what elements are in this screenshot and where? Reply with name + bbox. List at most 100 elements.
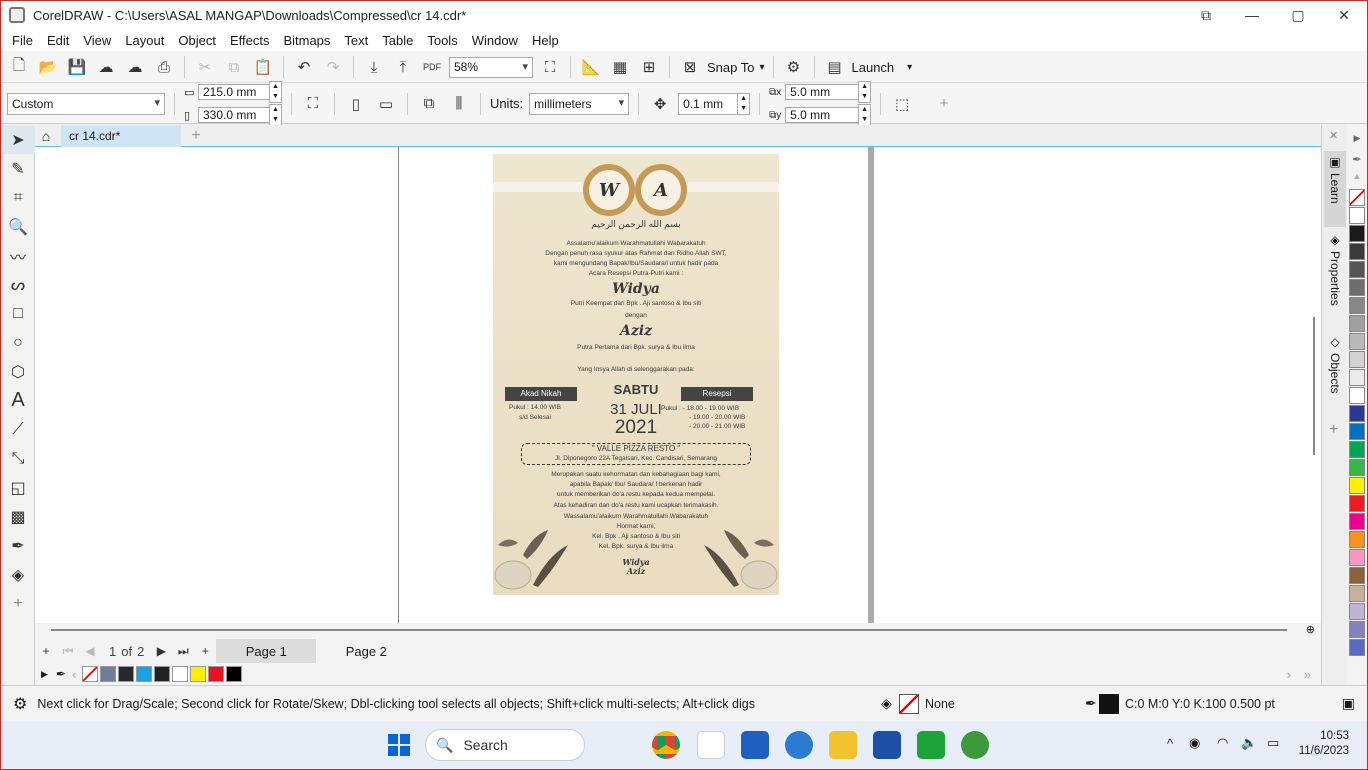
menu-object[interactable]: Object [171,33,223,48]
no-color-swatch[interactable] [1349,189,1365,206]
chrome-icon[interactable] [652,731,680,759]
menu-help[interactable]: Help [525,33,566,48]
redo-icon[interactable]: ↷ [321,55,345,79]
color-proof-icon[interactable]: ▣ [1342,695,1355,712]
palette-swatch[interactable] [1349,495,1365,512]
undo-icon[interactable]: ↶ [292,55,316,79]
palette-swatch[interactable] [1349,369,1365,386]
palette-swatch[interactable] [1349,585,1365,602]
palette-swatch[interactable] [1349,621,1365,638]
palette-more-icon[interactable]: » [1304,667,1311,682]
palette-swatch[interactable] [1349,423,1365,440]
palette-swatch[interactable] [1349,549,1365,566]
crop-tool-icon[interactable]: ⌗ [1,183,35,212]
doc-swatch[interactable] [172,666,189,682]
doc-swatch[interactable] [100,666,117,682]
duplicate-y-input[interactable]: 5.0 mm [785,107,860,123]
menu-bitmaps[interactable]: Bitmaps [276,33,337,48]
new-document-icon[interactable]: 🗋 [7,55,31,79]
outline-color-swatch[interactable] [1099,694,1119,714]
page-height-input[interactable]: 330.0 mm [198,107,270,123]
menu-file[interactable]: File [5,33,40,48]
copy-icon[interactable]: ⧉ [222,55,246,79]
file-explorer-icon[interactable] [829,731,857,759]
show-grid-icon[interactable]: ▦ [608,55,632,79]
ellipse-tool-icon[interactable]: ○ [1,328,35,357]
new-tab-icon[interactable]: + [185,125,207,147]
zoom-tool-icon[interactable]: 🔍 [1,212,35,241]
print-icon[interactable]: ⎙ [152,55,176,79]
add-docker-icon[interactable]: + [1329,421,1338,439]
page-tab-1[interactable]: Page 1 [216,639,317,663]
cloud-share-icon[interactable]: ☁ [123,55,147,79]
palette-swatch[interactable] [1349,315,1365,332]
next-page-icon[interactable]: ▶ [150,640,172,662]
landscape-icon[interactable]: ▭ [374,92,398,116]
polygon-tool-icon[interactable]: ⬡ [1,357,35,386]
taskbar-clock[interactable]: 10:53 11/6/2023 [1299,729,1349,759]
coreldraw-taskbar-icon[interactable] [697,731,725,759]
home-icon[interactable]: ⌂ [35,126,57,146]
palette-swatch[interactable] [1349,207,1365,224]
palette-swatch[interactable] [1349,639,1365,656]
tray-app-icon[interactable]: ◉ [1189,735,1200,751]
palette-eyedropper-icon[interactable]: ✒ [56,667,66,681]
parallel-dimension-icon[interactable]: ⟋ [1,415,35,444]
snap-off-icon[interactable]: ⊠ [678,55,702,79]
fill-icon[interactable]: ◈ [881,695,892,712]
connector-tool-icon[interactable]: ⤡ [1,444,35,473]
battery-icon[interactable]: ▭ [1267,735,1279,751]
palette-swatch[interactable] [1349,279,1365,296]
menu-window[interactable]: Window [465,33,525,48]
artistic-media-icon[interactable]: ᔕ [1,270,35,299]
maximize-button[interactable]: ▢ [1275,1,1321,29]
page-width-input[interactable]: 215.0 mm [198,84,270,100]
windows-start-icon[interactable] [385,731,413,759]
vertical-scrollbar[interactable] [1307,147,1321,623]
outline-pen-icon[interactable]: ✒ [1085,695,1097,712]
treat-as-filled-icon[interactable]: ⬚ [890,92,914,116]
palette-swatch[interactable] [1349,441,1365,458]
pick-tool-icon[interactable]: ➤ [1,125,35,154]
palette-swatch[interactable] [1349,477,1365,494]
duplicate-x-input[interactable]: 5.0 mm [785,84,860,100]
publish-pdf-icon[interactable]: PDF [420,55,444,79]
options-gear-icon[interactable]: ⚙ [782,55,806,79]
globe-app-icon[interactable] [961,731,989,759]
text-tool-icon[interactable]: A [1,386,35,415]
properties-tab[interactable]: ◈ Properties [1324,229,1346,325]
cut-icon[interactable]: ✂ [193,55,217,79]
minimize-button[interactable]: — [1229,1,1275,29]
save-icon[interactable]: 💾 [65,55,89,79]
last-page-icon[interactable]: ⏭ [172,640,194,662]
nudge-spinner[interactable]: ▲ ▼ [737,92,751,115]
full-screen-icon[interactable]: ⛶ [538,55,562,79]
palette-swatch[interactable] [1349,405,1365,422]
previous-page-icon[interactable]: ◀ [79,640,101,662]
page-width-spinner[interactable]: ▲ ▼ [269,81,282,103]
status-gear-icon[interactable]: ⚙ [13,694,27,714]
menu-effects[interactable]: Effects [223,33,277,48]
add-page-after-icon[interactable]: + [194,640,216,662]
page-height-spinner[interactable]: ▲ ▼ [269,104,282,126]
nudge-distance-input[interactable]: 0.1 mm [678,92,739,115]
restore-pane-icon[interactable]: ⧉ [1183,1,1229,29]
menu-table[interactable]: Table [375,33,420,48]
app-icon[interactable] [873,731,901,759]
units-select[interactable]: millimeters [529,92,630,115]
palette-expand-icon[interactable]: ▶ [41,669,48,680]
first-page-icon[interactable]: ⏮ [57,640,79,662]
menu-view[interactable]: View [76,33,118,48]
interactive-fill-icon[interactable]: ◈ [1,560,35,589]
taskbar-search[interactable]: 🔍 Search [425,729,585,761]
snap-to-dropdown[interactable]: Snap To [707,60,754,75]
green-app-icon[interactable] [917,731,945,759]
chevron-down-icon[interactable]: ▾ [759,62,764,73]
palette-swatch[interactable] [1349,261,1365,278]
all-pages-icon[interactable]: ⧉ [417,92,441,116]
page-size-icon[interactable]: ⛶ [301,92,325,116]
import-icon[interactable]: ⤓ [362,55,386,79]
drawing-canvas[interactable]: W A بسم الله الرحمن الرحيم Assalamu'alai… [35,147,1307,623]
menu-text[interactable]: Text [337,33,375,48]
palette-swatch[interactable] [1349,567,1365,584]
